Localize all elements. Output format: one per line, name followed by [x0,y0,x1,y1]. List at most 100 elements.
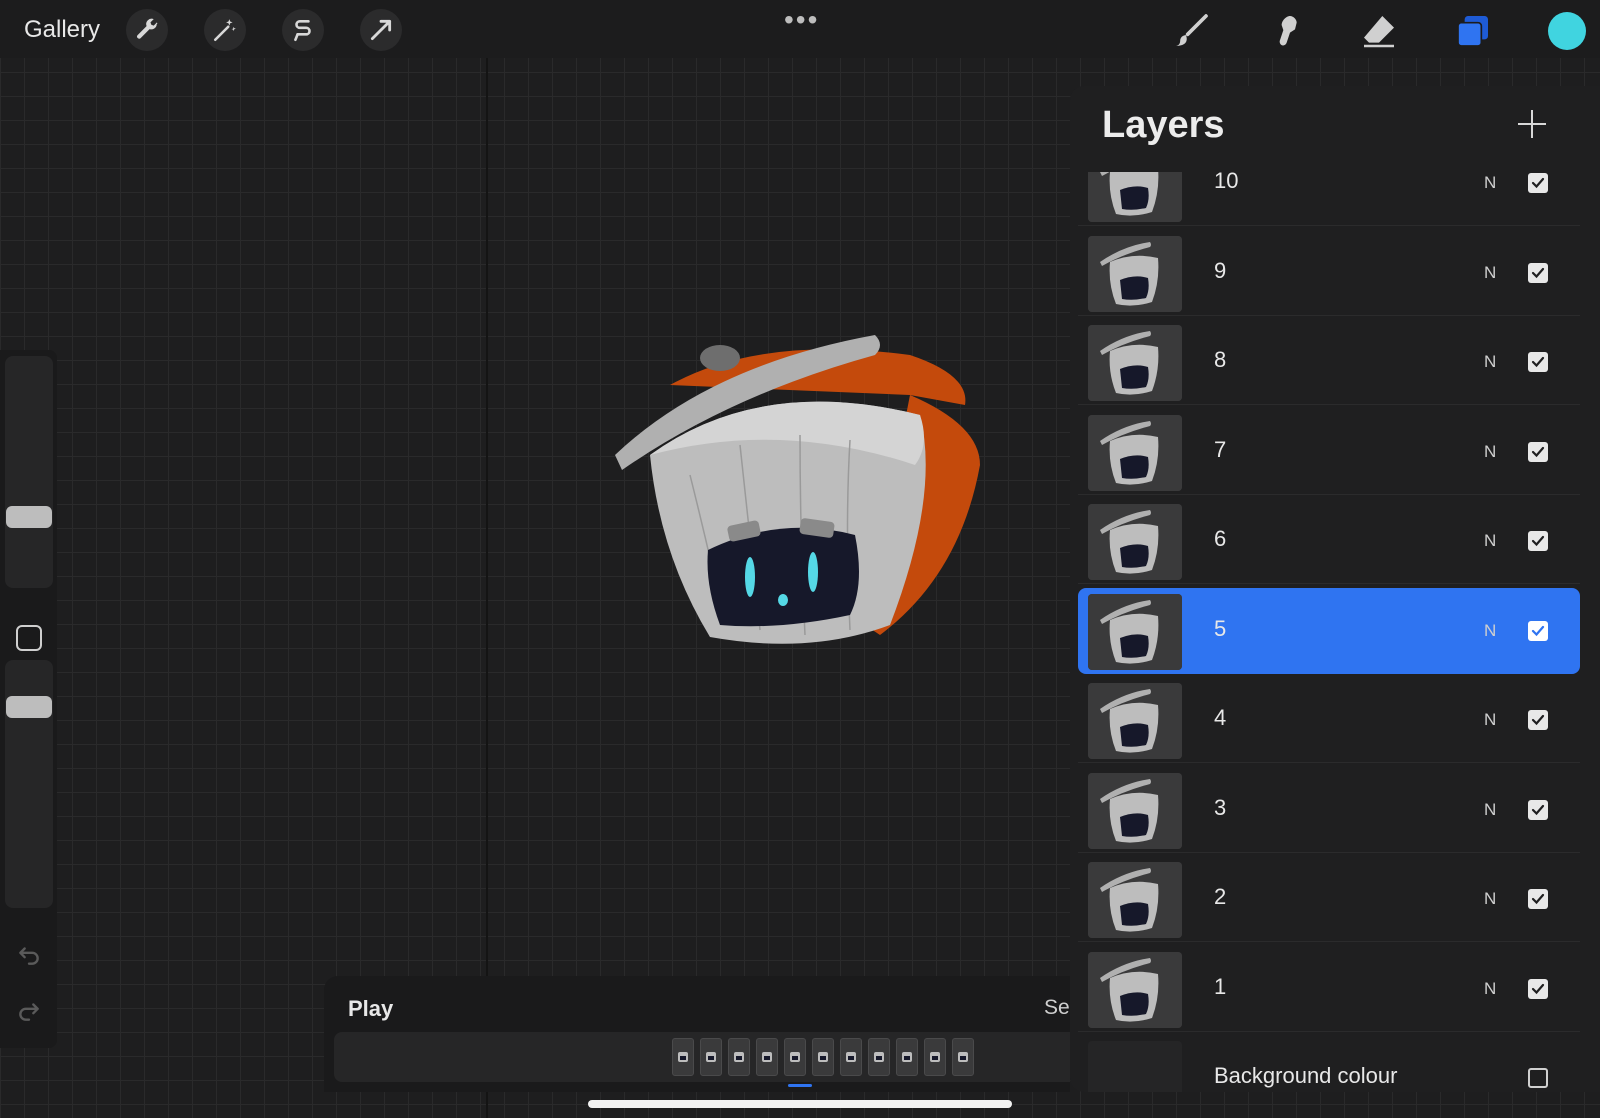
undo-button[interactable] [14,940,44,970]
redo-button[interactable] [14,996,44,1026]
layer-visibility-checkbox[interactable] [1528,889,1548,909]
blend-mode-button[interactable]: N [1484,263,1496,283]
layer-thumbnail[interactable] [1088,862,1182,938]
brush-size-slider[interactable] [5,356,53,588]
layer-thumbnail-icon [1088,862,1182,938]
opacity-thumb[interactable] [6,696,52,718]
timeline-frame[interactable] [924,1038,946,1076]
background-thumbnail[interactable] [1088,1041,1182,1092]
timeline-frame[interactable] [784,1038,806,1076]
frame-thumbnail-icon [930,1052,940,1062]
timeline-frame[interactable] [700,1038,722,1076]
frame-thumbnail-icon [846,1052,856,1062]
brush-size-thumb[interactable] [6,506,52,528]
color-picker-button[interactable] [1548,12,1586,50]
canvas-guide-line [486,58,488,1118]
layer-visibility-checkbox[interactable] [1528,978,1548,999]
layer-row-1[interactable]: 1N [1078,946,1580,1032]
blend-mode-button[interactable]: N [1484,531,1496,551]
layers-button[interactable] [1452,10,1494,52]
frame-thumbnail-icon [790,1052,800,1062]
layer-visibility-checkbox[interactable] [1528,620,1548,641]
layer-row-5[interactable]: 5N [1078,587,1580,674]
layer-row-7[interactable]: 7N [1078,409,1580,495]
layers-header: Layers [1070,86,1600,172]
layer-thumbnail[interactable] [1088,593,1182,670]
layer-thumbnail-icon [1088,683,1182,759]
magic-wand-icon [213,19,236,42]
layer-row-3[interactable]: 3N [1078,767,1580,853]
layer-thumbnail[interactable] [1088,683,1182,759]
blend-mode-button[interactable]: N [1484,442,1496,462]
layer-thumbnail[interactable] [1088,772,1182,849]
layer-thumbnail[interactable] [1088,504,1182,580]
brush-icon [1176,14,1208,46]
blend-mode-button[interactable]: N [1484,979,1496,999]
layer-row-9[interactable]: 9N [1078,230,1580,316]
smudge-icon [1279,16,1297,46]
timeline-frame[interactable] [756,1038,778,1076]
eraser-button[interactable] [1358,10,1400,52]
frame-thumbnail-icon [762,1052,772,1062]
trash-can-robot-artwork[interactable] [610,325,1010,665]
transform-arrow-icon [370,19,392,41]
layer-thumbnail[interactable] [1088,325,1182,401]
smudge-button[interactable] [1264,10,1306,52]
layer-thumbnail[interactable] [1088,951,1182,1028]
frame-thumbnail-icon [734,1052,744,1062]
layer-thumbnail[interactable] [1088,235,1182,312]
settings-button[interactable]: Se [1044,996,1070,1020]
timeline-frame[interactable] [728,1038,750,1076]
layer-row-4[interactable]: 4N [1078,677,1580,763]
layers-icon [1457,16,1488,47]
layer-row-6[interactable]: 6N [1078,498,1580,584]
blend-mode-button[interactable]: N [1484,800,1496,820]
frames-strip[interactable] [334,1032,1070,1082]
layer-visibility-checkbox[interactable] [1528,531,1548,551]
selection-icon [294,20,311,42]
layer-visibility-checkbox[interactable] [1528,441,1548,462]
timeline-frame[interactable] [840,1038,862,1076]
checkmark-icon [1531,446,1545,457]
layer-thumbnail-icon [1088,325,1182,401]
layer-name: 6 [1214,526,1227,551]
layer-row-2[interactable]: 2N [1078,856,1580,942]
blend-mode-button[interactable]: N [1484,352,1496,372]
layer-name: 4 [1214,705,1227,730]
plus-icon [1518,110,1546,138]
add-layer-button[interactable] [1512,104,1552,144]
layer-row-8[interactable]: 8N [1078,319,1580,405]
timeline-frame[interactable] [868,1038,890,1076]
layer-row-background[interactable]: Background colour [1078,1035,1580,1092]
blend-mode-button[interactable]: N [1484,173,1496,193]
layer-visibility-checkbox[interactable] [1528,799,1548,820]
checkmark-icon [1531,893,1545,905]
timeline-frame[interactable] [952,1038,974,1076]
transform-button[interactable] [360,9,402,51]
home-indicator[interactable] [588,1100,1012,1108]
layer-name: 7 [1214,436,1227,462]
adjustments-button[interactable] [204,9,246,51]
play-button[interactable]: Play [348,996,393,1022]
blend-mode-button[interactable]: N [1484,710,1496,730]
layer-visibility-checkbox[interactable] [1528,262,1548,283]
eraser-icon [1364,16,1394,48]
layer-visibility-checkbox[interactable] [1528,710,1548,730]
timeline-frame[interactable] [896,1038,918,1076]
layer-thumbnail[interactable] [1088,414,1182,491]
blend-mode-button[interactable]: N [1484,889,1496,909]
frame-thumbnail-icon [818,1052,828,1062]
background-visibility-checkbox[interactable] [1528,1068,1548,1088]
layer-visibility-checkbox[interactable] [1528,173,1548,193]
more-options-button[interactable]: ••• [784,4,819,36]
timeline-frame[interactable] [672,1038,694,1076]
modify-button[interactable] [16,625,42,651]
brush-button[interactable] [1170,10,1212,52]
layer-visibility-checkbox[interactable] [1528,352,1548,372]
layer-name: 5 [1214,615,1227,641]
timeline-frame[interactable] [812,1038,834,1076]
selection-button[interactable] [282,9,324,51]
gallery-button[interactable]: Gallery [24,16,100,44]
actions-button[interactable] [126,9,168,51]
blend-mode-button[interactable]: N [1484,621,1496,641]
